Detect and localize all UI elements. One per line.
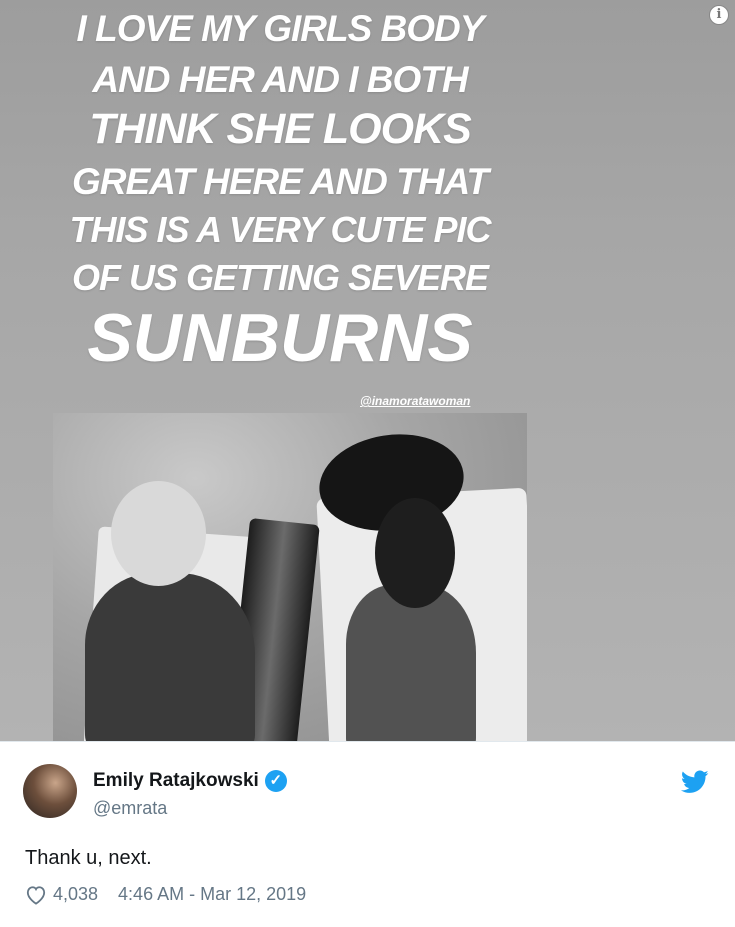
person-left-head bbox=[111, 481, 206, 586]
verified-badge-icon: ✓ bbox=[264, 770, 287, 792]
caption-line: THINK SHE LOOKS bbox=[89, 105, 472, 153]
story-caption: I LOVE MY GIRLS BODY AND HER AND I BOTH … bbox=[20, 6, 540, 372]
avatar[interactable] bbox=[23, 764, 77, 818]
timestamp[interactable]: 4:46 AM - Mar 12, 2019 bbox=[118, 884, 306, 905]
like-count[interactable]: 4,038 bbox=[53, 884, 98, 905]
embedded-story-image: i I LOVE MY GIRLS BODY AND HER AND I BOT… bbox=[0, 0, 735, 741]
caption-line: GREAT HERE AND THAT bbox=[71, 161, 489, 202]
display-name[interactable]: Emily Ratajkowski bbox=[93, 770, 259, 792]
beach-photo bbox=[53, 413, 527, 741]
person-right bbox=[346, 585, 476, 741]
caption-line: THIS IS A VERY CUTE PIC bbox=[69, 209, 491, 250]
person-left bbox=[85, 573, 255, 741]
tweet-card: Emily Ratajkowski ✓ @emrata Thank u, nex… bbox=[0, 741, 735, 927]
caption-line: I LOVE MY GIRLS BODY bbox=[76, 8, 485, 49]
heart-icon[interactable] bbox=[25, 885, 47, 905]
info-icon[interactable]: i bbox=[709, 5, 729, 25]
mention-tag[interactable]: @inamoratawoman bbox=[360, 394, 470, 408]
caption-line: SUNBURNS bbox=[87, 300, 473, 376]
caption-line: OF US GETTING SEVERE bbox=[71, 257, 489, 298]
person-right-head bbox=[375, 498, 455, 608]
caption-line: AND HER AND I BOTH bbox=[92, 59, 468, 100]
username[interactable]: @emrata bbox=[93, 798, 167, 819]
tweet-meta: 4,038 4:46 AM - Mar 12, 2019 bbox=[25, 884, 306, 905]
twitter-bird-icon[interactable] bbox=[681, 770, 709, 794]
author-row: Emily Ratajkowski ✓ bbox=[93, 770, 287, 792]
tweet-text: Thank u, next. bbox=[25, 847, 152, 869]
